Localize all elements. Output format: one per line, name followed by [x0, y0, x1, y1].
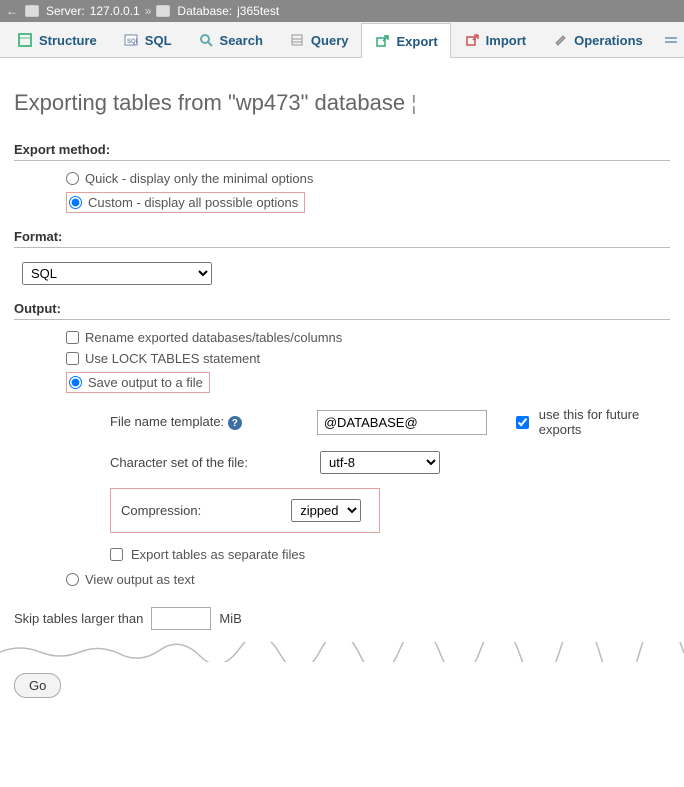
format-select-wrap: SQL	[22, 262, 670, 285]
highlight-custom-option: Custom - display all possible options	[66, 192, 305, 213]
checkbox-use-future-label: use this for future exports	[539, 407, 670, 437]
format-select[interactable]: SQL	[22, 262, 212, 285]
tab-structure[interactable]: Structure	[4, 22, 110, 57]
export-icon	[374, 33, 390, 49]
output-options: Rename exported databases/tables/columns…	[14, 330, 670, 393]
tab-more[interactable]	[656, 22, 684, 57]
breadcrumb-separator: »	[145, 4, 152, 18]
file-template-label: File name template: ?	[110, 414, 270, 431]
compression-label: Compression:	[121, 503, 201, 518]
radio-quick[interactable]	[66, 172, 79, 185]
opt-lock-tables[interactable]: Use LOCK TABLES statement	[66, 351, 670, 366]
tab-operations[interactable]: Operations	[539, 22, 656, 57]
tab-export-label: Export	[396, 34, 437, 49]
checkbox-lock-label: Use LOCK TABLES statement	[85, 351, 260, 366]
export-method-options: Quick - display only the minimal options…	[14, 171, 670, 213]
database-value[interactable]: j365test	[237, 4, 279, 18]
tab-operations-label: Operations	[574, 33, 643, 48]
file-options-block: File name template: ? use this for futur…	[14, 407, 670, 533]
skip-unit: MiB	[219, 611, 241, 626]
skip-input[interactable]	[151, 607, 211, 630]
server-label: Server:	[46, 4, 85, 18]
tab-query-label: Query	[311, 33, 349, 48]
cursor-caret-icon: ¦	[411, 93, 416, 115]
back-arrow-icon[interactable]: ←	[4, 4, 20, 18]
section-format: Format:	[14, 229, 670, 248]
database-icon	[156, 5, 170, 17]
more-icon	[663, 32, 679, 48]
tab-search-label: Search	[220, 33, 263, 48]
compression-select[interactable]: zipped	[291, 499, 361, 522]
section-output: Output:	[14, 301, 670, 320]
opt-separate-files[interactable]: Export tables as separate files	[14, 547, 670, 562]
torn-edge-decoration	[0, 642, 684, 662]
checkbox-rename[interactable]	[66, 331, 79, 344]
tab-export[interactable]: Export	[361, 23, 450, 58]
row-file-template: File name template: ? use this for futur…	[110, 407, 670, 437]
tab-import[interactable]: Import	[451, 22, 539, 57]
radio-save-file[interactable]	[69, 376, 82, 389]
file-template-label-text: File name template:	[110, 414, 224, 429]
checkbox-separate-files-label: Export tables as separate files	[131, 547, 305, 562]
checkbox-use-future[interactable]	[516, 416, 529, 429]
lock-post: statement	[199, 351, 260, 366]
structure-icon	[17, 32, 33, 48]
server-value[interactable]: 127.0.0.1	[90, 4, 140, 18]
charset-label: Character set of the file:	[110, 455, 270, 470]
charset-select[interactable]: utf-8	[320, 451, 440, 474]
row-skip-tables: Skip tables larger than MiB	[14, 607, 670, 630]
radio-quick-label: Quick - display only the minimal options	[85, 171, 313, 186]
export-method-quick[interactable]: Quick - display only the minimal options	[66, 171, 670, 186]
radio-view-text[interactable]	[66, 573, 79, 586]
page-title-text: Exporting tables from "wp473" database	[14, 90, 405, 115]
tab-sql[interactable]: SQL SQL	[110, 22, 185, 57]
query-icon	[289, 32, 305, 48]
import-icon	[464, 32, 480, 48]
radio-view-text-label: View output as text	[85, 572, 195, 587]
radio-save-file-label: Save output to a file	[88, 375, 203, 390]
highlight-compression: Compression: zipped	[110, 488, 380, 533]
content-area: Exporting tables from "wp473" database ¦…	[0, 58, 684, 642]
opt-rename[interactable]: Rename exported databases/tables/columns	[66, 330, 670, 345]
row-compression: Compression: zipped	[110, 488, 670, 533]
tab-query[interactable]: Query	[276, 22, 362, 57]
output-view-text: View output as text	[14, 572, 670, 587]
go-row: Go	[0, 665, 684, 718]
database-label: Database:	[177, 4, 232, 18]
tab-search[interactable]: Search	[185, 22, 276, 57]
help-icon[interactable]: ?	[228, 416, 242, 430]
checkbox-separate-files[interactable]	[110, 548, 123, 561]
export-method-custom[interactable]: Custom - display all possible options	[69, 195, 298, 210]
highlight-save-to-file: Save output to a file	[66, 372, 210, 393]
lock-caps: LOCK TABLES	[112, 351, 200, 366]
opt-view-as-text[interactable]: View output as text	[66, 572, 670, 587]
checkbox-rename-label: Rename exported databases/tables/columns	[85, 330, 342, 345]
sql-icon: SQL	[123, 32, 139, 48]
svg-text:SQL: SQL	[127, 39, 138, 45]
go-button[interactable]: Go	[14, 673, 61, 698]
lock-pre: Use	[85, 351, 112, 366]
tab-structure-label: Structure	[39, 33, 97, 48]
row-charset: Character set of the file: utf-8	[110, 451, 670, 474]
radio-custom-label: Custom - display all possible options	[88, 195, 298, 210]
tab-import-label: Import	[486, 33, 526, 48]
section-export-method: Export method:	[14, 142, 670, 161]
tab-sql-label: SQL	[145, 33, 172, 48]
file-template-input[interactable]	[317, 410, 487, 435]
operations-icon	[552, 32, 568, 48]
page-title: Exporting tables from "wp473" database ¦	[14, 90, 670, 116]
breadcrumb: ← Server: 127.0.0.1 » Database: j365test	[0, 0, 684, 22]
skip-label: Skip tables larger than	[14, 611, 143, 626]
opt-save-to-file[interactable]: Save output to a file	[69, 375, 203, 390]
tabs-bar: Structure SQL SQL Search Query Export Im…	[0, 22, 684, 58]
checkbox-lock[interactable]	[66, 352, 79, 365]
server-icon	[25, 5, 39, 17]
radio-custom[interactable]	[69, 196, 82, 209]
search-icon	[198, 32, 214, 48]
